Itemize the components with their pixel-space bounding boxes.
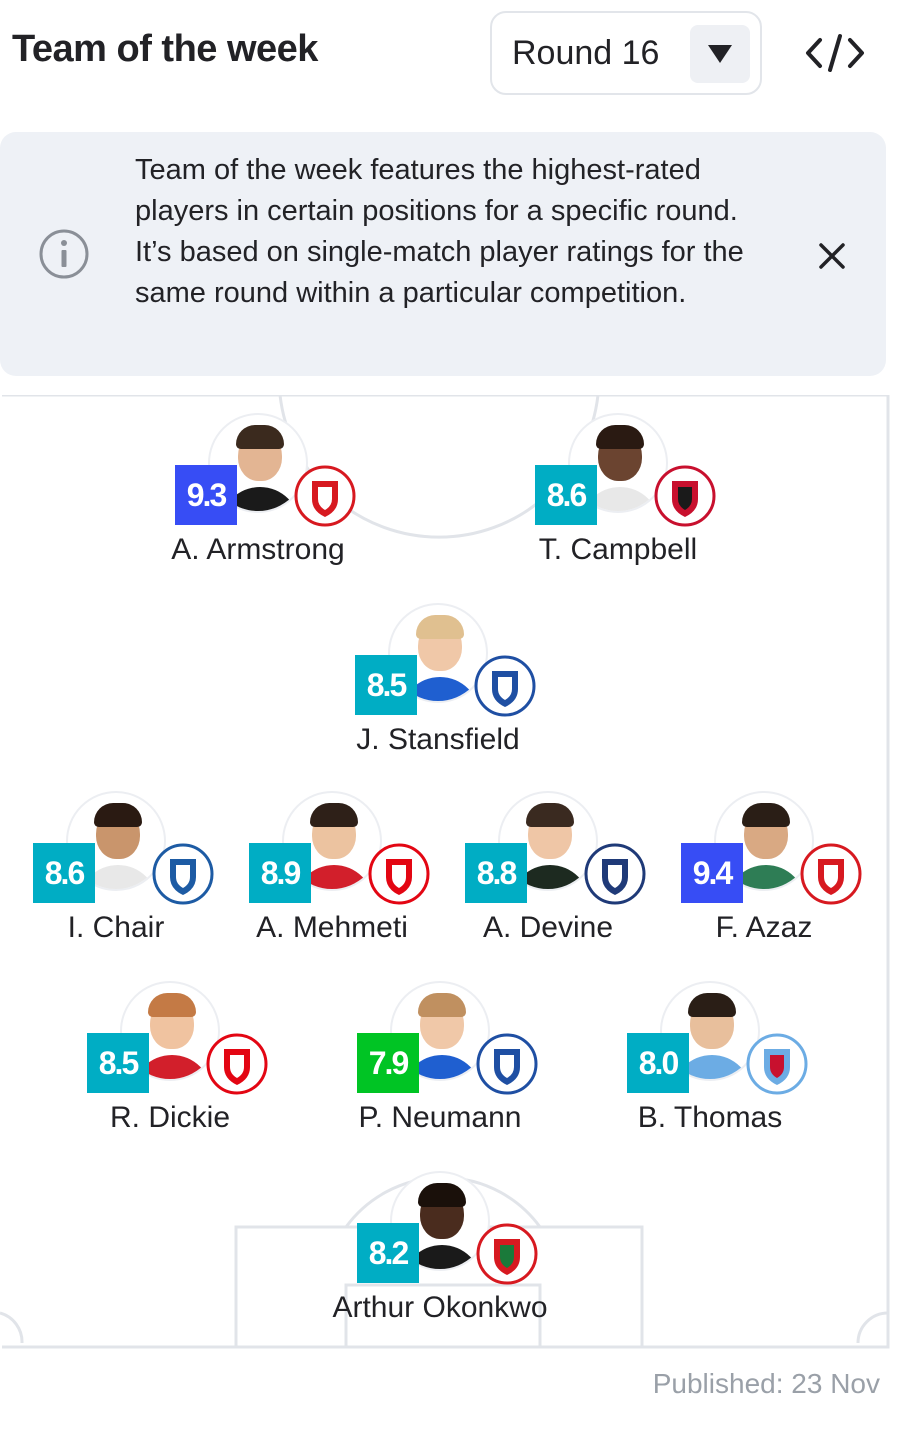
player-name[interactable]: T. Campbell — [478, 533, 758, 567]
pitch: 9.3 A. Armstrong 8.6 T. Campbell 8.5 J. Stans… — [0, 395, 900, 1350]
southampton-crest-icon[interactable] — [294, 465, 356, 527]
header: Team of the week Round 16 — [0, 0, 900, 110]
player-rating-badge: 7.9 — [357, 1033, 419, 1093]
player-card[interactable]: 7.9 P. Neumann — [320, 981, 560, 1151]
player-rating-badge: 8.9 — [249, 843, 311, 903]
player-name[interactable]: P. Neumann — [300, 1101, 580, 1135]
preston-crest-icon[interactable] — [584, 843, 646, 905]
player-name[interactable]: Arthur Okonkwo — [300, 1291, 580, 1325]
player-card[interactable]: 8.5 R. Dickie — [50, 981, 290, 1151]
player-card[interactable]: 9.3 A. Armstrong — [138, 413, 378, 583]
player-card[interactable]: 9.4 F. Azaz — [644, 791, 884, 961]
player-name[interactable]: F. Azaz — [624, 911, 900, 945]
player-card[interactable]: 8.6 T. Campbell — [498, 413, 738, 583]
wrexham-crest-icon[interactable] — [476, 1223, 538, 1285]
round-select[interactable]: Round 16 — [490, 11, 762, 95]
bristol-city-crest-icon[interactable] — [368, 843, 430, 905]
player-rating-badge: 8.0 — [627, 1033, 689, 1093]
embed-code-icon[interactable] — [800, 28, 870, 78]
page-title: Team of the week — [12, 28, 318, 70]
published-date: Published: 23 Nov — [652, 1368, 880, 1399]
info-text: Team of the week features the highest-ra… — [135, 154, 744, 309]
player-card[interactable]: 8.5 J. Stansfield — [318, 603, 558, 773]
chevron-down-icon[interactable] — [690, 25, 750, 83]
player-name[interactable]: R. Dickie — [30, 1101, 310, 1135]
coventry-crest-icon[interactable] — [746, 1033, 808, 1095]
birmingham-crest-icon[interactable] — [476, 1033, 538, 1095]
player-name[interactable]: B. Thomas — [570, 1101, 850, 1135]
birmingham-crest-icon[interactable] — [474, 655, 536, 717]
player-rating-badge: 9.3 — [175, 465, 237, 525]
player-name[interactable]: J. Stansfield — [298, 723, 578, 757]
player-rating-badge: 8.5 — [87, 1033, 149, 1093]
player-rating-badge: 9.4 — [681, 843, 743, 903]
qpr-crest-icon[interactable] — [152, 843, 214, 905]
southampton-crest-icon[interactable] — [800, 843, 862, 905]
bristol-city-crest-icon[interactable] — [206, 1033, 268, 1095]
round-select-label: Round 16 — [512, 34, 660, 72]
sheffield-united-crest-icon[interactable] — [654, 465, 716, 527]
close-icon[interactable] — [812, 236, 852, 276]
player-rating-badge: 8.8 — [465, 843, 527, 903]
player-rating-badge: 8.2 — [357, 1223, 419, 1283]
player-rating-badge: 8.6 — [33, 843, 95, 903]
player-rating-badge: 8.6 — [535, 465, 597, 525]
player-rating-badge: 8.5 — [355, 655, 417, 715]
player-name[interactable]: A. Armstrong — [118, 533, 398, 567]
player-card[interactable]: 8.0 B. Thomas — [590, 981, 830, 1151]
player-card[interactable]: 8.2 Arthur Okonkwo — [320, 1171, 560, 1341]
info-icon — [38, 228, 90, 280]
